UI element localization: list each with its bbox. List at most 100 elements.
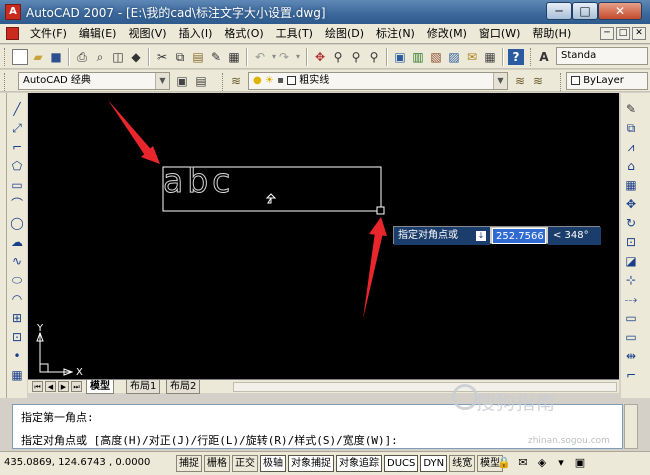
copy-icon[interactable]: ⧉ xyxy=(172,49,188,65)
menu-help[interactable]: 帮助(H) xyxy=(526,24,577,44)
menu-window[interactable]: 窗口(W) xyxy=(473,24,526,44)
layer-manager-icon[interactable]: ≋ xyxy=(228,73,244,89)
last-tab-icon[interactable]: ⏭ xyxy=(71,381,82,392)
doc-restore-button[interactable]: □ xyxy=(616,27,630,40)
autocad-logo-icon[interactable]: A xyxy=(5,4,21,20)
rectangle-icon[interactable]: ▭ xyxy=(9,177,25,193)
polar-toggle[interactable]: 极轴 xyxy=(260,455,286,472)
communication-center-icon[interactable]: ✉ xyxy=(515,455,531,471)
zoom-realtime-icon[interactable]: ⚲ xyxy=(330,49,346,65)
tab-layout2[interactable]: 布局2 xyxy=(166,380,201,394)
doc-close-button[interactable]: ✕ xyxy=(632,27,646,40)
osnap-toggle[interactable]: 对象捕捉 xyxy=(288,455,334,472)
chevron-down-icon[interactable]: ▼ xyxy=(493,73,507,89)
scale-icon[interactable]: ⊡ xyxy=(623,234,639,250)
redo-dropdown-icon[interactable]: ▾ xyxy=(290,49,306,65)
array-icon[interactable]: ▦ xyxy=(623,177,639,193)
open-icon[interactable]: ▰ xyxy=(30,49,46,65)
toolbar-grip[interactable] xyxy=(222,73,225,91)
toolbar-grip[interactable] xyxy=(4,73,7,91)
close-button[interactable]: ✕ xyxy=(598,2,642,20)
status-menu-chevron-icon[interactable]: ▾ xyxy=(553,455,569,471)
options-down-arrow-icon[interactable]: ↓ xyxy=(476,231,486,241)
polyline-icon[interactable]: ⌐ xyxy=(9,139,25,155)
previous-tab-icon[interactable]: ◀ xyxy=(45,381,56,392)
horizontal-scrollbar[interactable] xyxy=(233,382,617,392)
make-object-layer-current-icon[interactable]: ≋ xyxy=(512,73,528,89)
spline-icon[interactable]: ∿ xyxy=(9,253,25,269)
point-icon[interactable]: • xyxy=(9,348,25,364)
stretch-icon[interactable]: ◪ xyxy=(623,253,639,269)
toolbar-grip[interactable] xyxy=(530,48,533,66)
insert-block-icon[interactable]: ⊞ xyxy=(9,310,25,326)
polygon-icon[interactable]: ⬠ xyxy=(9,158,25,174)
my-workspace-icon[interactable]: ▤ xyxy=(193,73,209,89)
publish-icon[interactable]: ◫ xyxy=(110,49,126,65)
join-icon[interactable]: ⇹ xyxy=(623,348,639,364)
tool-palettes-icon[interactable]: ▧ xyxy=(428,49,444,65)
dyn-toggle[interactable]: DYN xyxy=(420,455,448,472)
lineweight-toggle[interactable]: 线宽 xyxy=(449,455,476,472)
maximize-button[interactable]: □ xyxy=(572,2,598,20)
block-editor-icon[interactable]: ▦ xyxy=(226,49,242,65)
plot-icon[interactable]: ⎙ xyxy=(74,49,90,65)
minimize-button[interactable]: ─ xyxy=(546,2,572,20)
toolbar-grip[interactable] xyxy=(560,73,563,91)
arc-icon[interactable]: ⌒ xyxy=(9,196,25,212)
trim-icon[interactable]: ⊹ xyxy=(623,272,639,288)
lock-icon[interactable]: 🔒 xyxy=(496,455,512,471)
first-tab-icon[interactable]: ⏮ xyxy=(32,381,43,392)
corner-grip-icon[interactable] xyxy=(376,206,385,215)
otrack-toggle[interactable]: 对象追踪 xyxy=(336,455,382,472)
break-icon[interactable]: ▭ xyxy=(623,329,639,345)
menu-draw[interactable]: 绘图(D) xyxy=(319,24,370,44)
construction-line-icon[interactable]: ⤢ xyxy=(9,120,25,136)
help-icon[interactable]: ? xyxy=(508,49,524,65)
sheet-set-icon[interactable]: ▨ xyxy=(446,49,462,65)
menu-modify[interactable]: 修改(M) xyxy=(421,24,473,44)
line-icon[interactable]: ╱ xyxy=(9,101,25,117)
paste-icon[interactable]: ▤ xyxy=(190,49,206,65)
break-at-point-icon[interactable]: ▭ xyxy=(623,310,639,326)
extend-icon[interactable]: ⤏ xyxy=(623,291,639,307)
grid-toggle[interactable]: 栅格 xyxy=(204,455,230,472)
tab-layout1[interactable]: 布局1 xyxy=(126,380,161,394)
menu-format[interactable]: 格式(O) xyxy=(218,24,269,44)
chevron-down-icon[interactable]: ▼ xyxy=(155,73,169,89)
ducs-toggle[interactable]: DUCS xyxy=(384,455,419,472)
layer-previous-icon[interactable]: ≋ xyxy=(530,73,546,89)
tab-model[interactable]: 模型 xyxy=(86,380,114,394)
save-icon[interactable]: ■ xyxy=(48,49,64,65)
erase-icon[interactable]: ✎ xyxy=(623,101,639,117)
menu-file[interactable]: 文件(F) xyxy=(24,24,73,44)
clean-screen-icon[interactable]: ▣ xyxy=(572,455,588,471)
mirror-icon[interactable]: ⩘ xyxy=(623,139,639,155)
menu-insert[interactable]: 插入(I) xyxy=(173,24,219,44)
next-tab-icon[interactable]: ▶ xyxy=(58,381,69,392)
dynamic-input-distance-field[interactable]: 252.7566 xyxy=(492,228,546,244)
layer-combo[interactable]: ● ☀ ▪ 粗实线 ▼ xyxy=(248,72,508,90)
menu-tools[interactable]: 工具(T) xyxy=(270,24,319,44)
3d-dwf-icon[interactable]: ◆ xyxy=(128,49,144,65)
layer-lock-icon[interactable]: ▪ xyxy=(277,75,284,86)
annotation-scale-icon[interactable]: ◈ xyxy=(534,455,550,471)
document-icon[interactable] xyxy=(6,27,19,40)
text-style-combo[interactable]: Standa xyxy=(556,47,648,65)
color-control-combo[interactable]: ByLayer xyxy=(566,72,648,90)
ellipse-arc-icon[interactable]: ◠ xyxy=(9,291,25,307)
ellipse-icon[interactable]: ⬭ xyxy=(9,272,25,288)
new-icon[interactable] xyxy=(12,49,28,65)
workspace-combo[interactable]: AutoCAD 经典 ▼ xyxy=(18,72,170,90)
menu-dimension[interactable]: 标注(N) xyxy=(370,24,421,44)
match-properties-icon[interactable]: ✎ xyxy=(208,49,224,65)
plot-preview-icon[interactable]: ⌕ xyxy=(92,49,108,65)
menu-edit[interactable]: 编辑(E) xyxy=(73,24,123,44)
coordinate-readout[interactable]: 435.0869, 124.6743 , 0.0000 xyxy=(4,457,150,468)
cut-icon[interactable]: ✂ xyxy=(154,49,170,65)
snap-toggle[interactable]: 捕捉 xyxy=(176,455,202,472)
properties-icon[interactable]: ▣ xyxy=(392,49,408,65)
text-style-icon[interactable]: A xyxy=(536,49,552,65)
zoom-previous-icon[interactable]: ⚲ xyxy=(366,49,382,65)
command-prompt-line[interactable]: 指定对角点或 [高度(H)/对正(J)/行距(L)/旋转(R)/样式(S)/宽度… xyxy=(21,432,398,448)
dynamic-input-angle-field[interactable]: < 348° xyxy=(548,227,601,245)
